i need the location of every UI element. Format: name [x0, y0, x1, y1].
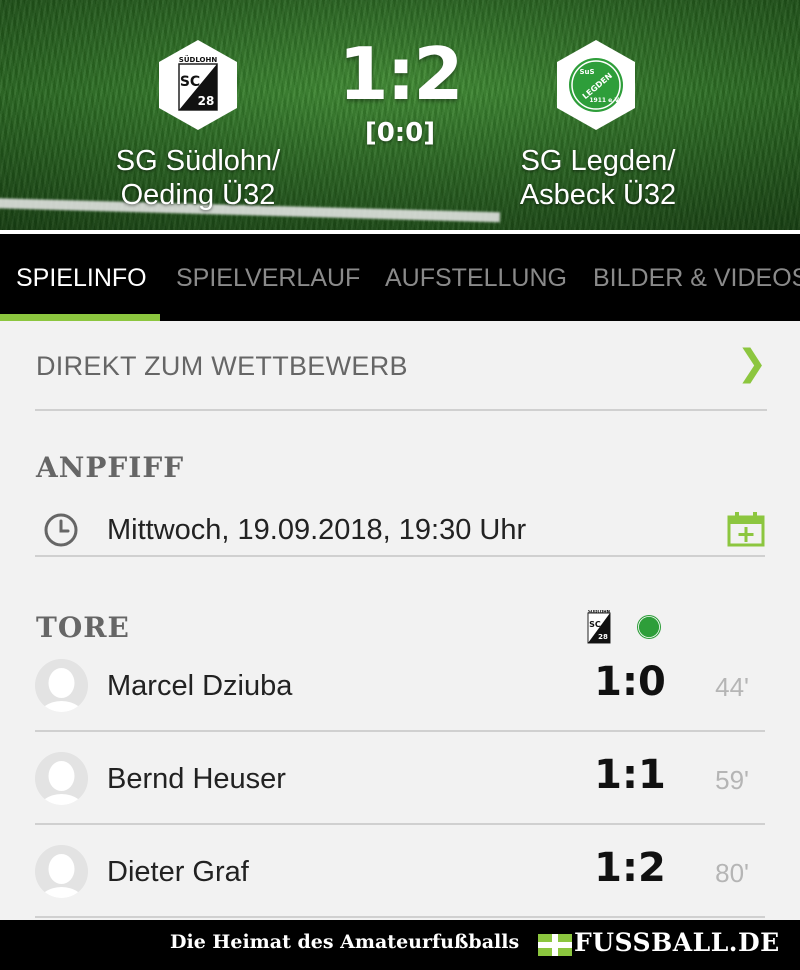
kickoff-heading: ANPFIFF: [36, 451, 185, 484]
active-tab-indicator: [0, 314, 160, 321]
goal-item: Bernd Heuser 1:1 59': [35, 734, 765, 825]
svg-text:SÜDLOHN: SÜDLOHN: [588, 610, 610, 614]
goal-scorer[interactable]: Marcel Dziuba: [107, 670, 292, 703]
kickoff-row: Mittwoch, 19.09.2018, 19:30 Uhr: [35, 501, 765, 557]
tab-aufstellung[interactable]: AUFSTELLUNG: [369, 234, 583, 321]
goal-score: 1:2: [594, 845, 666, 891]
tab-spielinfo[interactable]: SPIELINFO: [0, 234, 163, 321]
match-header: SÜDLOHN SC 28 1:2 [0:0] SuS LEGDEN 1911 …: [0, 0, 800, 230]
kickoff-datetime: Mittwoch, 19.09.2018, 19:30 Uhr: [107, 514, 527, 546]
svg-text:SC: SC: [589, 620, 601, 629]
competition-link[interactable]: DIREKT ZUM WETTBEWERB ❯: [35, 321, 767, 411]
away-team-name[interactable]: SG Legden/ Asbeck Ü32: [468, 144, 728, 212]
chevron-right-icon: ❯: [736, 343, 767, 384]
goal-item: Dieter Graf 1:2 80': [35, 827, 765, 918]
halftime-score: [0:0]: [364, 118, 436, 148]
svg-text:28: 28: [198, 94, 215, 108]
goal-minute: 59': [715, 765, 749, 795]
footer-banner[interactable]: Die Heimat des Amateurfußballs FUSSBALL.…: [0, 920, 800, 970]
calendar-add-icon[interactable]: [727, 511, 765, 547]
player-avatar: [35, 752, 88, 805]
svg-text:28: 28: [598, 633, 608, 641]
tab-spielverlauf[interactable]: SPIELVERLAUF: [160, 234, 376, 321]
player-avatar: [35, 845, 88, 898]
away-team-logo[interactable]: SuS LEGDEN 1911 e.V.: [555, 38, 637, 132]
match-info-panel: DIREKT ZUM WETTBEWERB ❯ ANPFIFF Mittwoch…: [0, 321, 800, 920]
competition-link-label: DIREKT ZUM WETTBEWERB: [36, 351, 408, 381]
goal-minute: 80': [715, 858, 749, 888]
tab-bar: SPIELINFO SPIELVERLAUF AUFSTELLUNG BILDE…: [0, 230, 800, 321]
home-team-mini-logo: SÜDLOHN SC 28: [587, 610, 611, 644]
away-team-mini-logo: [637, 615, 661, 639]
final-score: 1:2: [338, 32, 464, 116]
goal-scorer[interactable]: Dieter Graf: [107, 856, 249, 889]
fussball-brand: FUSSBALL.DE: [574, 928, 780, 957]
footer-tagline: Die Heimat des Amateurfußballs: [170, 931, 520, 953]
home-team-name[interactable]: SG Südlohn/ Oeding Ü32: [68, 144, 328, 212]
svg-text:SÜDLOHN: SÜDLOHN: [179, 55, 218, 64]
fussball-logo-icon: [538, 934, 572, 956]
svg-text:SuS: SuS: [579, 68, 594, 76]
svg-text:SC: SC: [180, 74, 200, 90]
goal-scorer[interactable]: Bernd Heuser: [107, 763, 286, 796]
player-avatar: [35, 659, 88, 712]
goal-score: 1:1: [594, 752, 666, 798]
goals-heading: TORE: [36, 611, 130, 644]
svg-text:1911 e.V.: 1911 e.V.: [589, 97, 620, 104]
goal-item: Marcel Dziuba 1:0 44': [35, 641, 765, 732]
goal-minute: 44': [715, 672, 749, 702]
goal-score: 1:0: [594, 659, 666, 705]
clock-icon: [44, 513, 78, 547]
home-team-logo[interactable]: SÜDLOHN SC 28: [157, 38, 239, 132]
tab-bilder-videos[interactable]: BILDER & VIDEOS: [577, 234, 800, 321]
